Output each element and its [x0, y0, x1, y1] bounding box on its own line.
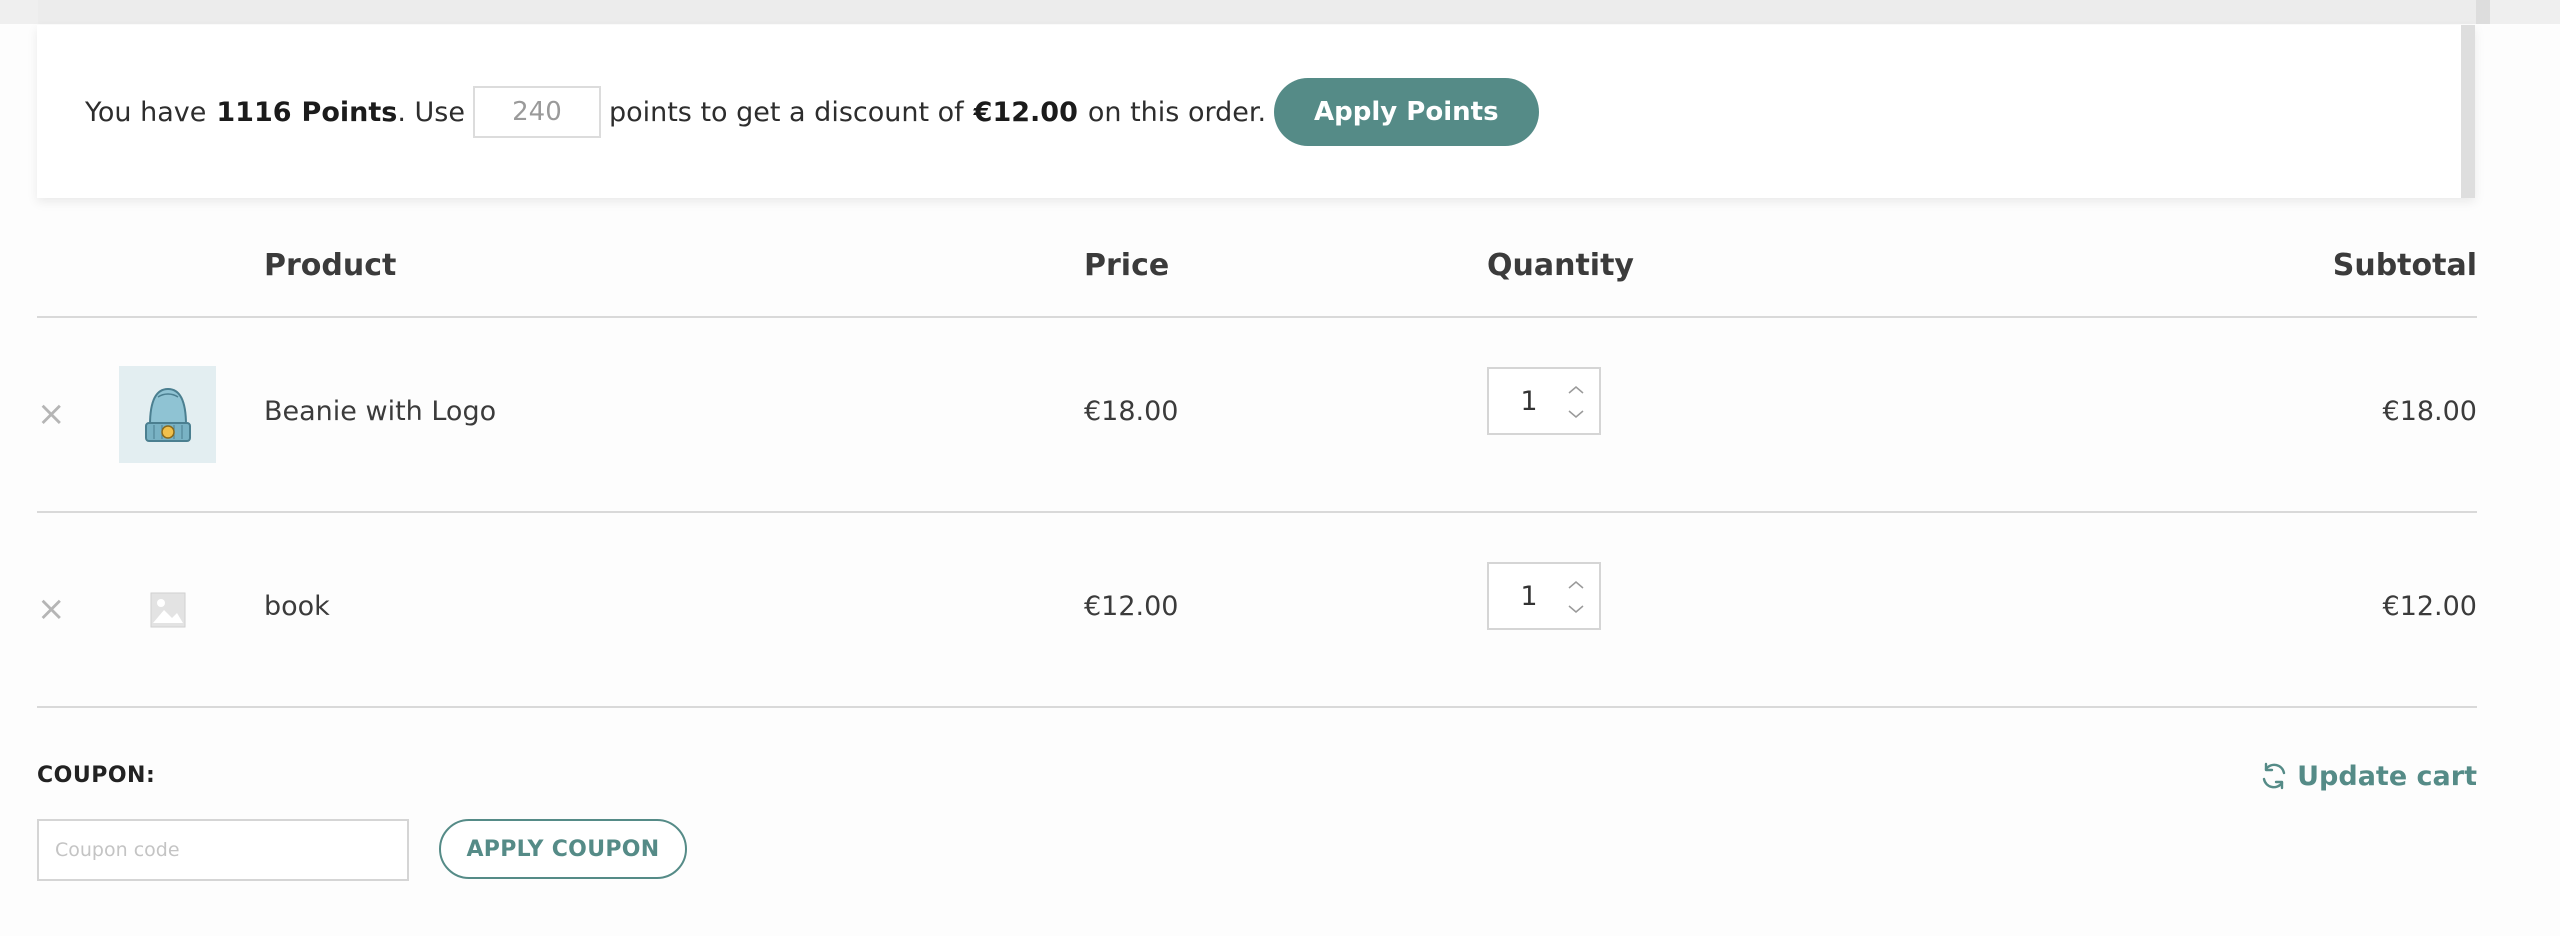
coupon-code-input[interactable] [37, 819, 409, 881]
apply-points-button[interactable]: Apply Points [1274, 78, 1539, 146]
update-cart-label: Update cart [2297, 760, 2477, 792]
placeholder-image-icon [150, 592, 185, 627]
points-prefix: You have [85, 96, 207, 128]
quantity-stepper[interactable] [1487, 367, 1601, 435]
header-price: Price [1084, 248, 1170, 283]
points-amount-input[interactable] [472, 86, 601, 138]
points-use-text: . Use [397, 96, 465, 128]
refresh-icon [2262, 762, 2286, 790]
chevron-down-icon[interactable] [1561, 401, 1591, 427]
quantity-stepper[interactable] [1487, 562, 1601, 630]
chevron-down-icon[interactable] [1561, 596, 1591, 622]
points-count: 1116 [216, 96, 292, 128]
cart-header-row: Product Price Quantity Subtotal [37, 226, 2477, 318]
beanie-image[interactable] [119, 366, 216, 463]
coupon-label: COUPON: [37, 763, 156, 788]
top-band [0, 0, 2560, 24]
points-redemption-notice: You have 1116 Points . Use points to get… [37, 25, 2475, 198]
discount-amount: €12.00 [973, 96, 1078, 128]
points-middle-text: points to get a discount of [608, 96, 964, 128]
cart-page: You have 1116 Points . Use points to get… [0, 0, 2560, 936]
chevron-up-icon[interactable] [1561, 572, 1591, 598]
chevron-up-icon[interactable] [1561, 377, 1591, 403]
apply-coupon-button[interactable]: APPLY COUPON [439, 819, 687, 879]
table-row: × Beanie with Logo €18.00 1 €18.00 [37, 318, 2477, 513]
placeholder-image[interactable] [119, 561, 216, 658]
product-name[interactable]: book [264, 591, 330, 622]
product-subtotal: €18.00 [2382, 396, 2477, 427]
product-price: €12.00 [1084, 591, 1179, 622]
product-price: €18.00 [1084, 396, 1179, 427]
quantity-input[interactable] [1489, 369, 1569, 433]
points-suffix: on this order. [1087, 96, 1267, 128]
product-name[interactable]: Beanie with Logo [264, 396, 496, 427]
previous-notice-edge [38, 0, 2490, 24]
header-quantity: Quantity [1487, 248, 1634, 283]
quantity-input[interactable] [1489, 564, 1569, 628]
remove-item-icon[interactable]: × [37, 589, 66, 629]
header-product: Product [264, 248, 397, 283]
points-message: You have 1116 Points . Use points to get… [85, 78, 1539, 146]
header-subtotal: Subtotal [2332, 248, 2477, 283]
beanie-icon [144, 387, 191, 442]
remove-item-icon[interactable]: × [37, 394, 66, 434]
table-row: × book €12.00 €12.00 [37, 513, 2477, 708]
points-word: Points [301, 96, 398, 128]
cart-table: Product Price Quantity Subtotal × Beanie… [37, 226, 2477, 708]
update-cart-button[interactable]: Update cart [2259, 756, 2477, 796]
product-subtotal: €12.00 [2382, 591, 2477, 622]
